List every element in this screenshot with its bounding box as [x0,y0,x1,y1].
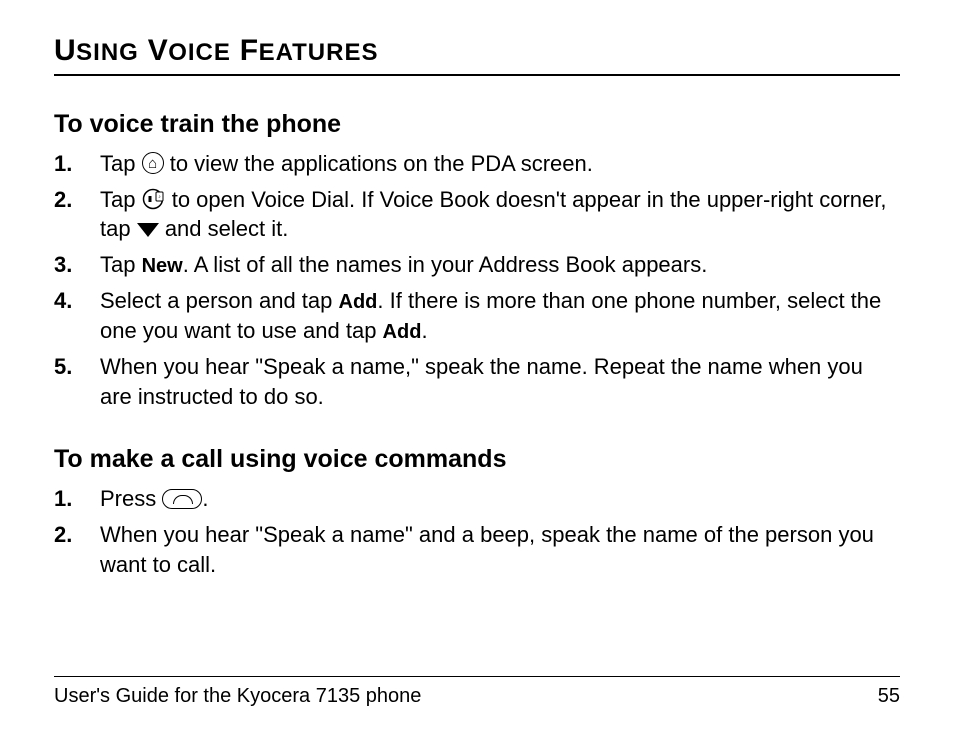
step-item: Press . [54,484,900,514]
step-item: Tap ♪ to open Voice Dial. If Voice Book … [54,185,900,244]
steps-voice-call: Press . When you hear "Speak a name" and… [54,484,900,585]
ui-label-new: New [142,255,183,277]
dropdown-triangle-icon [137,223,159,237]
page-title: USING VOICE FEATURES [54,34,900,76]
home-icon [142,152,164,174]
footer-doc-title: User's Guide for the Kyocera 7135 phone [54,685,421,708]
step-item: When you hear "Speak a name," speak the … [54,352,900,411]
step-item: Tap to view the applications on the PDA … [54,149,900,179]
step-item: Select a person and tap Add. If there is… [54,286,900,346]
footer-page-number: 55 [878,685,900,708]
step-item: Tap New. A list of all the names in your… [54,250,900,280]
ui-label-add: Add [383,321,422,343]
section-heading-voice-train: To voice train the phone [54,110,900,139]
page-footer: User's Guide for the Kyocera 7135 phone … [54,676,900,708]
call-key-icon [162,489,202,509]
step-item: When you hear "Speak a name" and a beep,… [54,520,900,579]
voice-dial-icon: ♪ [142,188,166,210]
section-heading-voice-call: To make a call using voice commands [54,445,900,474]
ui-label-add: Add [339,291,378,313]
steps-voice-train: Tap to view the applications on the PDA … [54,149,900,417]
